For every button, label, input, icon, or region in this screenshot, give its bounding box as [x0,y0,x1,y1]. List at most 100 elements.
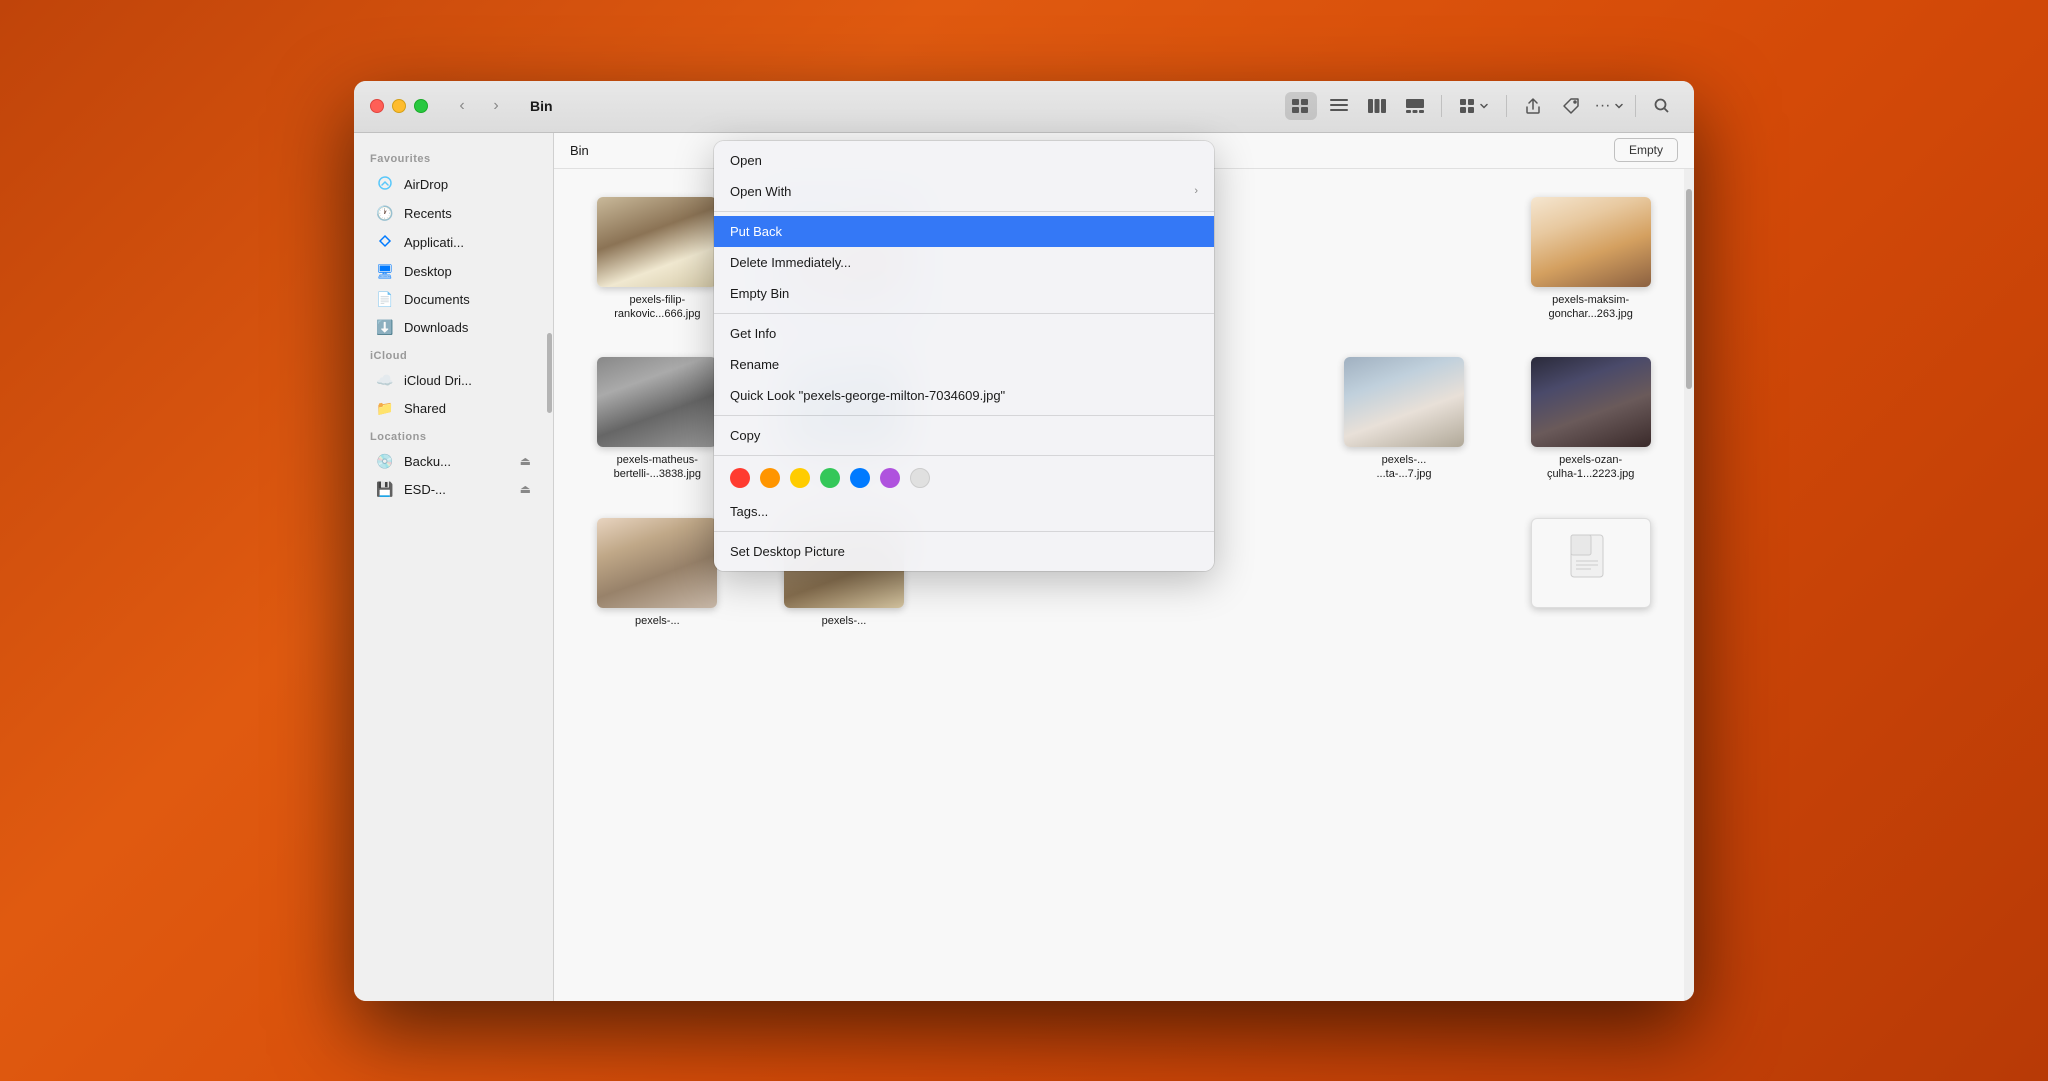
forward-button[interactable]: › [482,92,510,120]
backup-icon: 💿 [376,453,394,470]
gallery-view-button[interactable] [1399,92,1431,120]
context-menu-quick-look[interactable]: Quick Look "pexels-george-milton-7034609… [714,380,1214,411]
file-name: pexels-filip-rankovic...666.jpg [614,293,700,322]
sidebar-item-downloads[interactable]: ⬇️ Downloads [360,314,547,341]
separator-4 [714,455,1214,456]
sidebar: Favourites AirDrop 🕐 Recents [354,133,554,1001]
file-thumbnail [597,357,717,447]
sidebar-item-backup[interactable]: 💿 Backu... ⏏ [360,448,547,475]
sidebar-item-applications[interactable]: Applicati... [360,228,547,257]
context-menu-setdesktop-label: Set Desktop Picture [730,544,845,559]
file-name: pexels-matheus-bertelli-...3838.jpg [614,453,701,482]
empty-button[interactable]: Empty [1614,138,1678,162]
context-menu-get-info[interactable]: Get Info [714,318,1214,349]
tag-yellow[interactable] [790,468,810,488]
search-button[interactable] [1646,92,1678,120]
close-button[interactable] [370,99,384,113]
sidebar-item-label: iCloud Dri... [404,373,472,388]
list-view-button[interactable] [1323,92,1355,120]
file-name: pexels-ozan-çulha-1...2223.jpg [1547,453,1634,482]
sidebar-item-label: Downloads [404,320,468,335]
tag-green[interactable] [820,468,840,488]
file-thumbnail [597,518,717,608]
context-menu-openwith-label: Open With [730,184,791,199]
file-scrollbar[interactable] [1684,169,1694,1001]
sidebar-item-recents[interactable]: 🕐 Recents [360,200,547,227]
sidebar-item-label: Desktop [404,264,452,279]
file-thumbnail [1531,357,1651,447]
tag-red[interactable] [730,468,750,488]
separator-5 [714,531,1214,532]
sidebar-item-label: Backu... [404,454,451,469]
file-item[interactable] [1507,510,1674,636]
context-menu-put-back[interactable]: Put Back [714,216,1214,247]
file-item[interactable]: pexels-......ta-...7.jpg [1321,349,1488,490]
tag-orange[interactable] [760,468,780,488]
divider-2 [1506,95,1507,117]
context-menu-tags[interactable]: Tags... [714,496,1214,527]
context-menu-emptybin-label: Empty Bin [730,286,789,301]
minimize-button[interactable] [392,99,406,113]
file-thumbnail [1531,518,1651,608]
context-menu-putback-label: Put Back [730,224,782,239]
desktop-icon: 🖥 [376,263,394,280]
sidebar-item-icloud-drive[interactable]: ☁️ iCloud Dri... [360,367,547,394]
context-menu-rename[interactable]: Rename [714,349,1214,380]
favourites-label: Favourites [354,145,553,169]
context-menu-tags-label: Tags... [730,504,768,519]
context-menu-copy[interactable]: Copy [714,420,1214,451]
sidebar-item-documents[interactable]: 📄 Documents [360,286,547,313]
file-item[interactable]: pexels-ozan-çulha-1...2223.jpg [1507,349,1674,490]
downloads-icon: ⬇️ [376,319,394,336]
sidebar-item-label: Documents [404,292,470,307]
tag-blue[interactable] [850,468,870,488]
maximize-button[interactable] [414,99,428,113]
traffic-lights [370,99,428,113]
separator-1 [714,211,1214,212]
context-menu-open[interactable]: Open [714,145,1214,176]
icon-view-button[interactable] [1285,92,1317,120]
color-tags-row [714,460,1214,496]
file-thumbnail [597,197,717,287]
separator-2 [714,313,1214,314]
sidebar-item-label: Recents [404,206,452,221]
eject-esd-icon[interactable]: ⏏ [520,482,531,496]
context-menu-open-with[interactable]: Open With › [714,176,1214,207]
context-menu-set-desktop[interactable]: Set Desktop Picture [714,536,1214,567]
back-button[interactable]: ‹ [448,92,476,120]
toolbar-right: ··· [1285,92,1678,120]
group-button[interactable] [1452,92,1496,120]
context-menu-quicklook-label: Quick Look "pexels-george-milton-7034609… [730,388,1005,403]
esd-icon: 💾 [376,481,394,498]
file-name: pexels-... [822,614,867,628]
icloud-label: iCloud [354,342,553,366]
divider-3 [1635,95,1636,117]
share-button[interactable] [1517,92,1549,120]
locations-label: Locations [354,423,553,447]
open-with-arrow: › [1194,185,1198,197]
separator-3 [714,415,1214,416]
sidebar-item-desktop[interactable]: 🖥 Desktop [360,258,547,285]
file-name: pexels-......ta-...7.jpg [1376,453,1431,482]
context-menu-open-label: Open [730,153,762,168]
more-options-button[interactable]: ··· [1593,92,1625,120]
tag-button[interactable] [1555,92,1587,120]
tag-gray[interactable] [910,468,930,488]
sidebar-item-airdrop[interactable]: AirDrop [360,170,547,199]
eject-icon[interactable]: ⏏ [520,454,531,468]
column-view-button[interactable] [1361,92,1393,120]
breadcrumb-bin: Bin [570,143,589,158]
shared-icon: 📁 [376,400,394,417]
sidebar-item-label: Applicati... [404,235,464,250]
airdrop-icon [376,175,394,194]
sidebar-scrollbar[interactable] [546,333,553,1001]
sidebar-item-label: Shared [404,401,446,416]
file-item[interactable]: pexels-maksim-gonchar...263.jpg [1507,189,1674,330]
context-menu-delete-immediately[interactable]: Delete Immediately... [714,247,1214,278]
sidebar-item-esd[interactable]: 💾 ESD-... ⏏ [360,476,547,503]
file-thumbnail [1531,197,1651,287]
file-thumbnail [1344,357,1464,447]
sidebar-item-shared[interactable]: 📁 Shared [360,395,547,422]
tag-purple[interactable] [880,468,900,488]
context-menu-empty-bin[interactable]: Empty Bin [714,278,1214,309]
